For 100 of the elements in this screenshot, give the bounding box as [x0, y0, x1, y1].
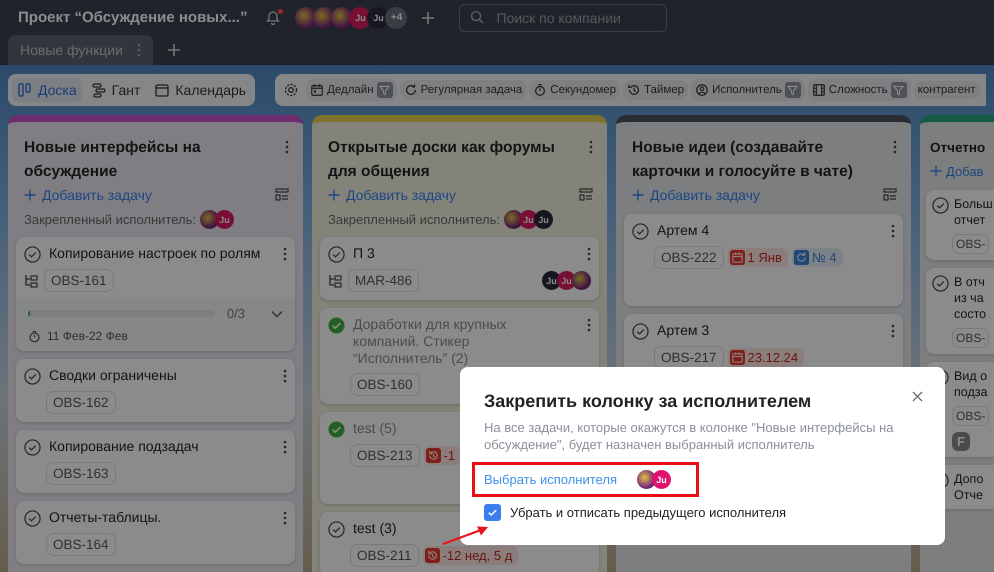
- task-tag: -1: [424, 446, 462, 465]
- more-members-count[interactable]: +4: [385, 6, 408, 28]
- plus-icon[interactable]: [166, 43, 181, 57]
- template-icon[interactable]: [275, 188, 289, 202]
- task-card[interactable]: Больш отчет OBS-: [926, 190, 994, 260]
- avatar-initials[interactable]: Ju: [652, 470, 671, 489]
- calendar-icon: [730, 250, 745, 265]
- settings-icon[interactable]: [283, 82, 300, 98]
- avatar-photo[interactable]: [200, 210, 220, 229]
- avatar-initials[interactable]: Ju: [367, 6, 390, 28]
- check-circle-icon[interactable]: [24, 439, 41, 456]
- done-check-icon[interactable]: [328, 421, 345, 438]
- task-card[interactable]: В отч из ча состо OBS-: [926, 268, 994, 354]
- filter-chip[interactable]: Секундомер: [529, 80, 620, 100]
- stopwatch-icon: [533, 83, 548, 97]
- columns-icon: [17, 82, 33, 98]
- check-icon: [487, 507, 498, 518]
- column-title: Новые интерфейсы на обсуждение: [24, 138, 202, 182]
- kebab-icon[interactable]: [893, 140, 897, 154]
- avatar-initials[interactable]: Ju: [534, 210, 554, 229]
- plus-icon[interactable]: [421, 10, 436, 24]
- plus-icon: [24, 189, 36, 201]
- calendar-icon: [154, 82, 170, 98]
- avatar-photo[interactable]: [572, 271, 591, 290]
- kebab-icon[interactable]: [589, 140, 593, 154]
- task-tag: F: [952, 432, 970, 451]
- view-tab[interactable]: Гант: [86, 78, 146, 102]
- bell-icon[interactable]: [265, 10, 282, 26]
- task-title: Вид о подза: [954, 368, 988, 400]
- plus-icon: [930, 165, 942, 177]
- filter-chip[interactable]: Исполнитель: [691, 79, 805, 101]
- task-title: Отчеты-таблицы.: [49, 509, 162, 526]
- template-icon[interactable]: [579, 188, 593, 202]
- check-circle-icon[interactable]: [932, 197, 949, 214]
- task-title: Больш отчет: [954, 196, 993, 228]
- kebab-icon[interactable]: [587, 318, 591, 332]
- chevron-down-icon[interactable]: [271, 310, 283, 318]
- column-title: Открытые доски как форумы для общения: [328, 138, 556, 182]
- task-card[interactable]: Копирование подзадач OBS-163: [16, 430, 295, 493]
- task-title: Допо Отче: [954, 471, 984, 503]
- filter-chip[interactable]: Дедлайн: [306, 79, 397, 101]
- task-code: OBS-: [952, 234, 990, 254]
- calendar-icon: [310, 83, 324, 97]
- pinned-assignee-label: Закрепленный исполнитель:: [328, 212, 500, 227]
- kebab-icon[interactable]: [283, 440, 287, 454]
- clock-history-icon: [424, 548, 440, 563]
- filter-chip[interactable]: Таймер: [623, 80, 688, 100]
- task-card[interactable]: Отчеты-таблицы. OBS-164: [16, 501, 295, 564]
- clock-history-icon: [627, 83, 642, 97]
- task-card[interactable]: Копирование настроек по ролям OBS-161 0/3 11 Фев-22 Фев: [16, 237, 295, 351]
- view-tab[interactable]: Доска: [12, 78, 82, 102]
- kebab-icon[interactable]: [891, 324, 895, 338]
- task-tag: -12 нед, 5 д: [422, 546, 518, 565]
- kebab-icon[interactable]: [891, 224, 895, 238]
- check-circle-icon[interactable]: [328, 521, 345, 538]
- filter-chip[interactable]: Регулярная задача: [400, 80, 526, 100]
- add-task-link[interactable]: Добавить задачу: [24, 187, 152, 203]
- add-task-link[interactable]: Добавить задачу: [328, 187, 456, 203]
- task-title: Доработки для крупных компаний. Стикер “Исполнитель” (2): [353, 316, 508, 367]
- template-icon[interactable]: [883, 188, 897, 202]
- check-circle-icon[interactable]: [24, 510, 41, 527]
- kebab-icon[interactable]: [283, 247, 287, 261]
- check-circle-icon[interactable]: [632, 223, 649, 240]
- checkbox[interactable]: [484, 504, 501, 521]
- kebab-icon[interactable]: [587, 247, 591, 261]
- task-dates: 11 Фев-22 Фев: [47, 329, 128, 343]
- avatar-photo[interactable]: [636, 470, 656, 489]
- check-circle-icon[interactable]: [24, 246, 41, 263]
- close-icon[interactable]: [912, 391, 923, 402]
- task-tag: 23.12.24: [728, 348, 804, 367]
- view-tab[interactable]: Календарь: [149, 78, 252, 102]
- add-task-link[interactable]: Добав: [930, 164, 984, 178]
- check-circle-icon[interactable]: [24, 368, 41, 385]
- check-circle-icon[interactable]: [932, 275, 949, 292]
- check-circle-icon[interactable]: [328, 246, 345, 263]
- task-card[interactable]: Артем 4 OBS-222 1 Янв № 4: [624, 214, 903, 306]
- filter-chip[interactable]: контрагент: [914, 81, 980, 99]
- plus-icon: [632, 189, 644, 201]
- kebab-icon[interactable]: [283, 511, 287, 525]
- board-tab[interactable]: Новые функции: [8, 35, 153, 65]
- column-title: Новые идеи (создавайте карточки и голосуйте в чате): [632, 138, 854, 182]
- arrow-annotation: [441, 524, 491, 546]
- project-title[interactable]: Проект “Обсуждение новых...”: [18, 9, 248, 26]
- done-check-icon[interactable]: [328, 317, 345, 334]
- task-card[interactable]: П 3 MAR-486 Ju Ju: [320, 237, 599, 300]
- avatar-initials[interactable]: Ju: [215, 210, 234, 229]
- task-card[interactable]: Сводки ограничены OBS-162: [16, 359, 295, 422]
- avatar-initials[interactable]: Ju: [349, 6, 372, 28]
- calendar-icon: [730, 350, 745, 365]
- avatar-initials[interactable]: Ju: [542, 271, 561, 290]
- kebab-icon[interactable]: [283, 369, 287, 383]
- task-code: OBS-160: [350, 373, 420, 396]
- task-title: test (5): [353, 420, 397, 437]
- filter-chip[interactable]: Сложность: [808, 79, 911, 101]
- pinned-assignee-label: Закрепленный исполнитель:: [24, 212, 196, 227]
- check-circle-icon[interactable]: [632, 323, 649, 340]
- kebab-icon[interactable]: [285, 140, 289, 154]
- avatar-photo[interactable]: [504, 210, 524, 229]
- column-title: Отчетно: [930, 139, 986, 157]
- add-task-link[interactable]: Добавить задачу: [632, 187, 760, 203]
